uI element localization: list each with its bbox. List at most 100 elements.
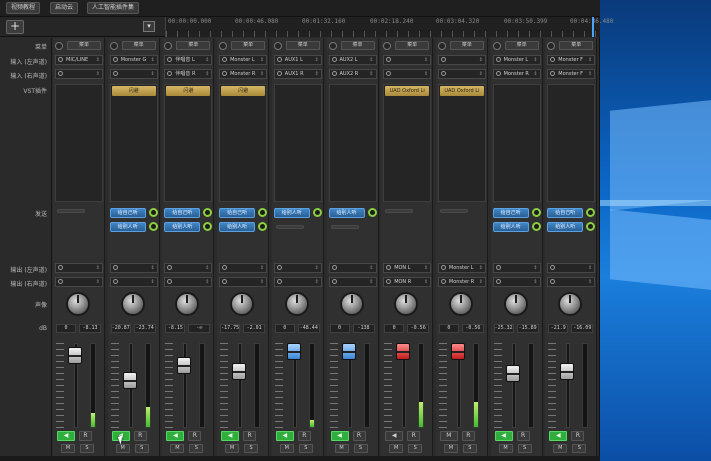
vst-insert-slot[interactable] <box>492 84 541 202</box>
input-right-select[interactable]: 伴唱音 R ⇕ <box>164 69 213 79</box>
output-left-select[interactable]: Monster L ⇕ <box>437 263 486 273</box>
playhead[interactable] <box>592 17 594 37</box>
channel-menu-button[interactable]: 菜单 <box>504 41 539 50</box>
ai-plugin-set-button[interactable]: 人工智能插件集 <box>87 2 140 14</box>
solo-button[interactable]: S <box>353 444 368 453</box>
vst-insert-slot[interactable] <box>547 84 596 202</box>
solo-button[interactable]: S <box>189 444 204 453</box>
send-level-knob[interactable] <box>148 208 158 217</box>
send-button[interactable]: 给别人听 <box>328 208 365 218</box>
solo-button[interactable]: S <box>134 444 149 453</box>
monitor-button[interactable]: ◀ <box>221 431 240 441</box>
volume-fader[interactable] <box>341 343 356 360</box>
send-button[interactable]: 给别人听 <box>492 222 529 232</box>
send-level-knob[interactable] <box>531 208 541 217</box>
db-value-right[interactable]: -2.01 <box>243 324 266 333</box>
solo-button[interactable]: S <box>462 444 477 453</box>
send-level-knob[interactable] <box>258 222 268 231</box>
send-button[interactable]: 给自己听 <box>492 208 529 218</box>
pan-knob[interactable] <box>120 292 145 316</box>
output-left-select[interactable]: MON L ⇕ <box>383 263 432 273</box>
send-level-knob[interactable] <box>203 222 213 231</box>
send-button[interactable]: 给自己听 <box>164 208 201 218</box>
output-left-select[interactable]: ⇕ <box>273 263 322 273</box>
db-value-left[interactable]: 0 <box>384 324 405 333</box>
solo-button[interactable]: S <box>408 444 423 453</box>
db-value-right[interactable]: -0.56 <box>407 324 430 333</box>
volume-fader[interactable] <box>286 343 301 360</box>
send-level-knob[interactable] <box>586 208 596 217</box>
mute-button[interactable]: M <box>279 444 294 453</box>
db-value-right[interactable]: -23.74 <box>133 324 156 333</box>
monitor-button[interactable]: ◀ <box>494 431 513 441</box>
input-right-select[interactable]: AUX2 R ⇕ <box>328 69 377 79</box>
volume-fader[interactable] <box>396 343 411 360</box>
db-value-left[interactable]: -8.15 <box>165 324 186 333</box>
read-button[interactable]: R <box>243 431 257 441</box>
input-right-select[interactable]: Monster R ⇕ <box>492 69 541 79</box>
monitor-button[interactable]: ◀ <box>385 431 404 441</box>
db-value-right[interactable]: -16.09 <box>571 324 594 333</box>
db-value-right[interactable]: -8.13 <box>79 324 101 333</box>
monitor-button[interactable]: ◀ <box>549 431 568 441</box>
db-value-left[interactable]: -20.87 <box>110 324 131 333</box>
send-button[interactable]: 给自己听 <box>219 208 256 218</box>
launch-cloud-button[interactable]: 启动云 <box>50 2 79 14</box>
read-button[interactable]: R <box>516 431 530 441</box>
mute-button[interactable]: M <box>170 444 185 453</box>
input-right-select[interactable]: ⇕ <box>55 69 103 79</box>
pan-knob[interactable] <box>339 292 364 316</box>
monitor-button[interactable]: ◀ <box>57 431 75 441</box>
db-value-right[interactable]: -48.44 <box>297 324 320 333</box>
power-icon[interactable] <box>219 42 228 50</box>
channel-menu-button[interactable]: 菜单 <box>449 41 484 50</box>
send-button[interactable]: 给自己听 <box>547 208 584 218</box>
db-value-right[interactable]: -∞ <box>188 324 211 333</box>
output-left-select[interactable]: ⇕ <box>219 263 268 273</box>
volume-fader[interactable] <box>450 343 465 360</box>
volume-fader[interactable] <box>560 363 575 380</box>
input-right-select[interactable]: ⇕ <box>437 69 486 79</box>
monitor-button[interactable]: ◀ <box>275 431 294 441</box>
output-right-select[interactable]: ⇕ <box>164 277 213 287</box>
mute-button[interactable]: M <box>225 444 240 453</box>
output-left-select[interactable]: ⇕ <box>55 263 103 273</box>
pan-knob[interactable] <box>503 292 528 316</box>
send-level-knob[interactable] <box>312 208 322 217</box>
pan-knob[interactable] <box>448 292 473 316</box>
output-right-select[interactable]: ⇕ <box>328 277 377 287</box>
power-icon[interactable] <box>437 42 446 50</box>
output-right-select[interactable]: ⇕ <box>492 277 541 287</box>
vst-insert-slot[interactable]: 闪避 <box>164 84 213 202</box>
volume-fader[interactable] <box>122 372 137 389</box>
volume-fader[interactable] <box>177 357 192 374</box>
empty-send-slot[interactable] <box>439 209 468 213</box>
db-value-left[interactable]: -25.32 <box>493 324 514 333</box>
db-value-left[interactable]: -21.9 <box>548 324 569 333</box>
vst-insert-slot[interactable]: 闪避 <box>219 84 268 202</box>
send-level-knob[interactable] <box>586 222 596 231</box>
channel-menu-button[interactable]: 菜单 <box>340 41 375 50</box>
empty-send-slot[interactable] <box>330 225 359 229</box>
send-level-knob[interactable] <box>258 208 268 217</box>
vst-insert-slot[interactable]: UAD Oxford Li <box>383 84 432 202</box>
output-right-select[interactable]: MON R ⇕ <box>383 277 432 287</box>
mute-button[interactable]: M <box>334 444 349 453</box>
vst-plugin-button[interactable]: UAD Oxford Li <box>385 86 430 96</box>
input-left-select[interactable]: 伴唱音 L ⇕ <box>164 55 213 65</box>
power-icon[interactable] <box>492 42 501 50</box>
solo-button[interactable]: S <box>244 444 259 453</box>
pan-knob[interactable] <box>230 292 255 316</box>
solo-button[interactable]: S <box>517 444 532 453</box>
input-left-select[interactable]: Monster L ⇕ <box>219 55 268 65</box>
send-button[interactable]: 给别人听 <box>219 222 256 232</box>
pan-knob[interactable] <box>284 292 309 316</box>
pan-knob[interactable] <box>175 292 200 316</box>
channel-menu-button[interactable]: 菜单 <box>176 41 211 50</box>
read-button[interactable]: R <box>571 431 585 441</box>
output-left-select[interactable]: ⇕ <box>547 263 596 273</box>
read-button[interactable]: R <box>352 431 366 441</box>
db-value-right[interactable]: -138 <box>352 324 375 333</box>
vst-plugin-button[interactable]: 闪避 <box>166 86 211 96</box>
pan-knob[interactable] <box>394 292 419 316</box>
